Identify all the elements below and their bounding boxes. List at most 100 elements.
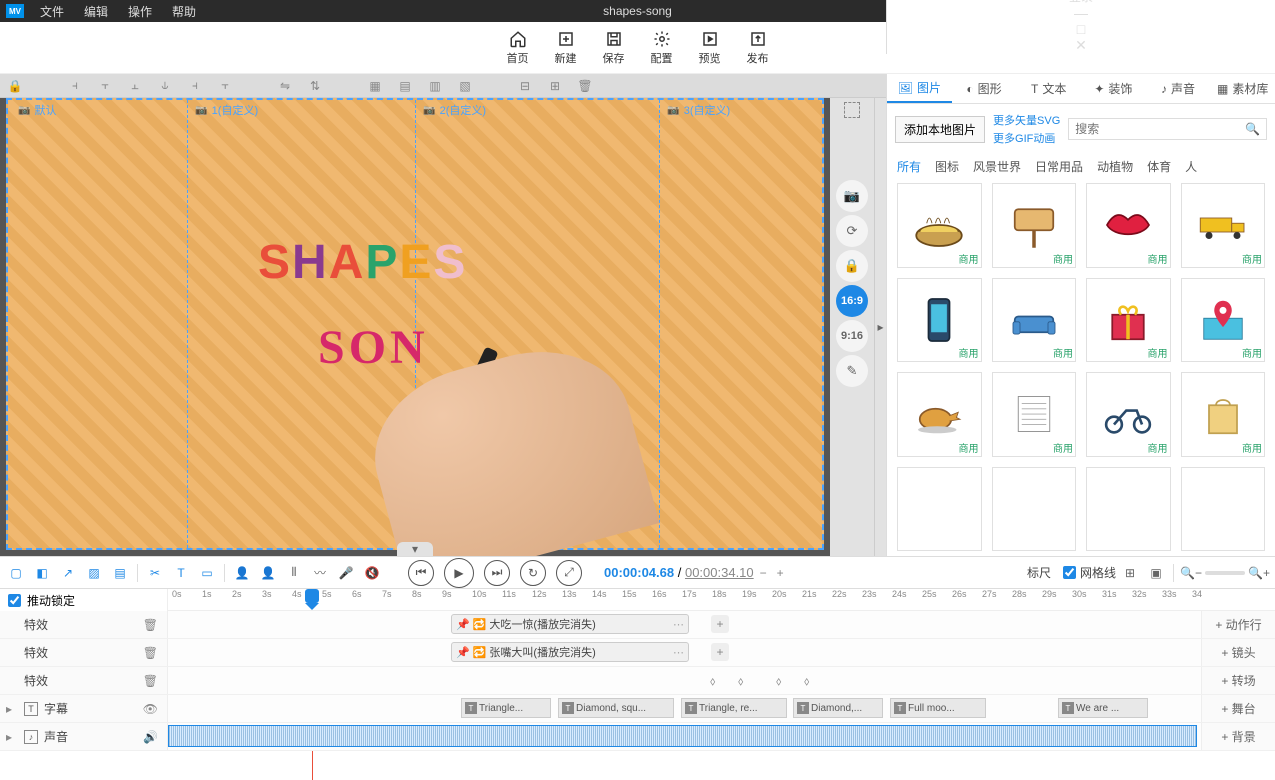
speaker-icon[interactable]: 🔊	[140, 730, 161, 744]
add-clip-button[interactable]: +	[711, 615, 729, 633]
eye-icon[interactable]: 👁	[140, 702, 161, 716]
lock-tool[interactable]: 🔒	[836, 250, 868, 282]
search-input[interactable]	[1075, 122, 1245, 136]
next-frame-button[interactable]: ⏭	[484, 560, 510, 586]
align-left-icon[interactable]: ⫞	[60, 78, 90, 93]
cat-scenery[interactable]: 风景世界	[973, 158, 1021, 175]
delete-icon[interactable]: 🗑	[570, 79, 600, 93]
asset-bag[interactable]: 商用	[1181, 372, 1266, 457]
align-top-icon[interactable]: ⫝	[150, 78, 180, 93]
add-track-button[interactable]: + 镜头	[1201, 639, 1275, 666]
bring-forward-icon[interactable]: ▤	[390, 79, 420, 93]
subtitle-clip[interactable]: TDiamond, squ...	[558, 698, 674, 718]
trash-icon[interactable]: 🗑	[140, 674, 161, 688]
keyframe[interactable]: ⬨	[710, 674, 724, 688]
more-gif-link[interactable]: 更多GIF动画	[993, 130, 1060, 146]
keyframe[interactable]: ⬨	[804, 674, 818, 688]
search-box[interactable]: 🔍	[1068, 118, 1267, 140]
asset-item-15[interactable]	[1086, 467, 1171, 552]
tool-wave-icon[interactable]: 〰	[308, 561, 332, 585]
asset-gift[interactable]: 商用	[1086, 278, 1171, 363]
add-track-button[interactable]: + 背景	[1201, 723, 1275, 750]
canvas-text-shapes[interactable]: SHAPES	[258, 235, 467, 290]
zoom-out-time[interactable]: −	[756, 566, 771, 580]
ungroup-icon[interactable]: ⊟	[510, 79, 540, 93]
fullscreen-button[interactable]: ⤢	[556, 560, 582, 586]
canvas-stage[interactable]: 默认 1(自定义) 2(自定义) 3(自定义) SHAPES SON	[6, 98, 824, 550]
home-button[interactable]: 首页	[507, 30, 529, 66]
tool-export-icon[interactable]: ↗	[56, 561, 80, 585]
subtitle-clip[interactable]: TTriangle, re...	[681, 698, 787, 718]
cat-sports[interactable]: 体育	[1147, 158, 1171, 175]
track-body[interactable]: 📌🔁大吃一惊(播放完消失)⋯ +	[168, 611, 1201, 638]
menu-action[interactable]: 操作	[118, 3, 162, 20]
asset-motorcycle[interactable]: 商用	[1086, 372, 1171, 457]
camera-default[interactable]: 默认	[18, 102, 56, 118]
minimize-button[interactable]: —	[1066, 5, 1096, 21]
save-button[interactable]: 保存	[603, 30, 625, 66]
cat-nature[interactable]: 动植物	[1097, 158, 1133, 175]
maximize-button[interactable]: □	[1066, 21, 1096, 37]
panel-collapse-handle[interactable]: ▾	[397, 542, 433, 556]
asset-lips[interactable]: 商用	[1086, 183, 1171, 268]
ratio-9-16[interactable]: 9:16	[836, 320, 868, 352]
config-button[interactable]: 配置	[651, 30, 673, 66]
tool-cut-icon[interactable]: ✂	[143, 561, 167, 585]
asset-phone[interactable]: 商用	[897, 278, 982, 363]
loop-button[interactable]: ↻	[520, 560, 546, 586]
asset-map-pin[interactable]: 商用	[1181, 278, 1266, 363]
rotate-tool[interactable]: ⟳	[836, 215, 868, 247]
cat-people[interactable]: 人	[1185, 158, 1197, 175]
add-clip-button[interactable]: +	[711, 643, 729, 661]
play-button[interactable]: ▶	[444, 558, 474, 588]
edit-tool[interactable]: ✎	[836, 355, 868, 387]
tool-camera-icon[interactable]: ▢	[4, 561, 28, 585]
tab-decoration[interactable]: ✦ 装饰	[1081, 74, 1146, 103]
asset-chicken[interactable]: 商用	[897, 372, 982, 457]
tab-shape[interactable]: ◐ 图形	[952, 74, 1017, 103]
camera-1[interactable]: 1(自定义)	[195, 102, 258, 118]
cat-daily[interactable]: 日常用品	[1035, 158, 1083, 175]
camera-tool[interactable]: 📷	[836, 180, 868, 212]
asset-papers[interactable]: 商用	[992, 372, 1077, 457]
camera-3[interactable]: 3(自定义)	[667, 102, 730, 118]
canvas-text-son[interactable]: SON	[318, 320, 429, 375]
clip[interactable]: 📌🔁大吃一惊(播放完消失)⋯	[451, 614, 689, 634]
flip-v-icon[interactable]: ⇅	[300, 79, 330, 93]
tool-eq-icon[interactable]: ⫴	[282, 561, 306, 585]
asset-item-13[interactable]	[897, 467, 982, 552]
send-back-icon[interactable]: ▧	[450, 79, 480, 93]
asset-truck[interactable]: 商用	[1181, 183, 1266, 268]
tool-person-icon[interactable]: 👤	[230, 561, 254, 585]
menu-file[interactable]: 文件	[30, 3, 74, 20]
align-right-icon[interactable]: ⫠	[120, 78, 150, 93]
tab-text[interactable]: T 文本	[1016, 74, 1081, 103]
tool-person2-icon[interactable]: 👤	[256, 561, 280, 585]
send-backward-icon[interactable]: ▥	[420, 79, 450, 93]
add-track-button[interactable]: + 动作行	[1201, 611, 1275, 638]
cat-all[interactable]: 所有	[897, 158, 921, 175]
align-center-h-icon[interactable]: ⫟	[90, 78, 120, 93]
new-button[interactable]: 新建	[555, 30, 577, 66]
timeline-lock[interactable]: 推动锁定	[0, 589, 168, 611]
subtitle-clip[interactable]: TWe are ...	[1058, 698, 1148, 718]
fit-icon[interactable]: ▣	[1144, 561, 1168, 585]
tool-frame-icon[interactable]: ◧	[30, 561, 54, 585]
clip-menu-icon[interactable]: ⋯	[673, 646, 684, 659]
zoom-in-time[interactable]: +	[773, 566, 788, 580]
expand-handle[interactable]: ▸	[874, 98, 886, 556]
trash-icon[interactable]: 🗑	[140, 618, 161, 632]
tool-grid-icon[interactable]: ▨	[82, 561, 106, 585]
camera-2[interactable]: 2(自定义)	[423, 102, 486, 118]
asset-noodles[interactable]: 商用	[897, 183, 982, 268]
ratio-16-9[interactable]: 16:9	[836, 285, 868, 317]
menu-help[interactable]: 帮助	[162, 3, 206, 20]
track-body[interactable]	[168, 723, 1201, 750]
track-body[interactable]: TTriangle...TDiamond, squ...TTriangle, r…	[168, 695, 1201, 722]
tab-sound[interactable]: ♪ 声音	[1146, 74, 1211, 103]
tool-mic-icon[interactable]: 🎤	[334, 561, 358, 585]
preview-button[interactable]: 预览	[699, 30, 721, 66]
crop-icon[interactable]	[844, 102, 860, 118]
grid-checkbox[interactable]: 网格线	[1063, 564, 1116, 581]
keyframe[interactable]: ⬨	[738, 674, 752, 688]
